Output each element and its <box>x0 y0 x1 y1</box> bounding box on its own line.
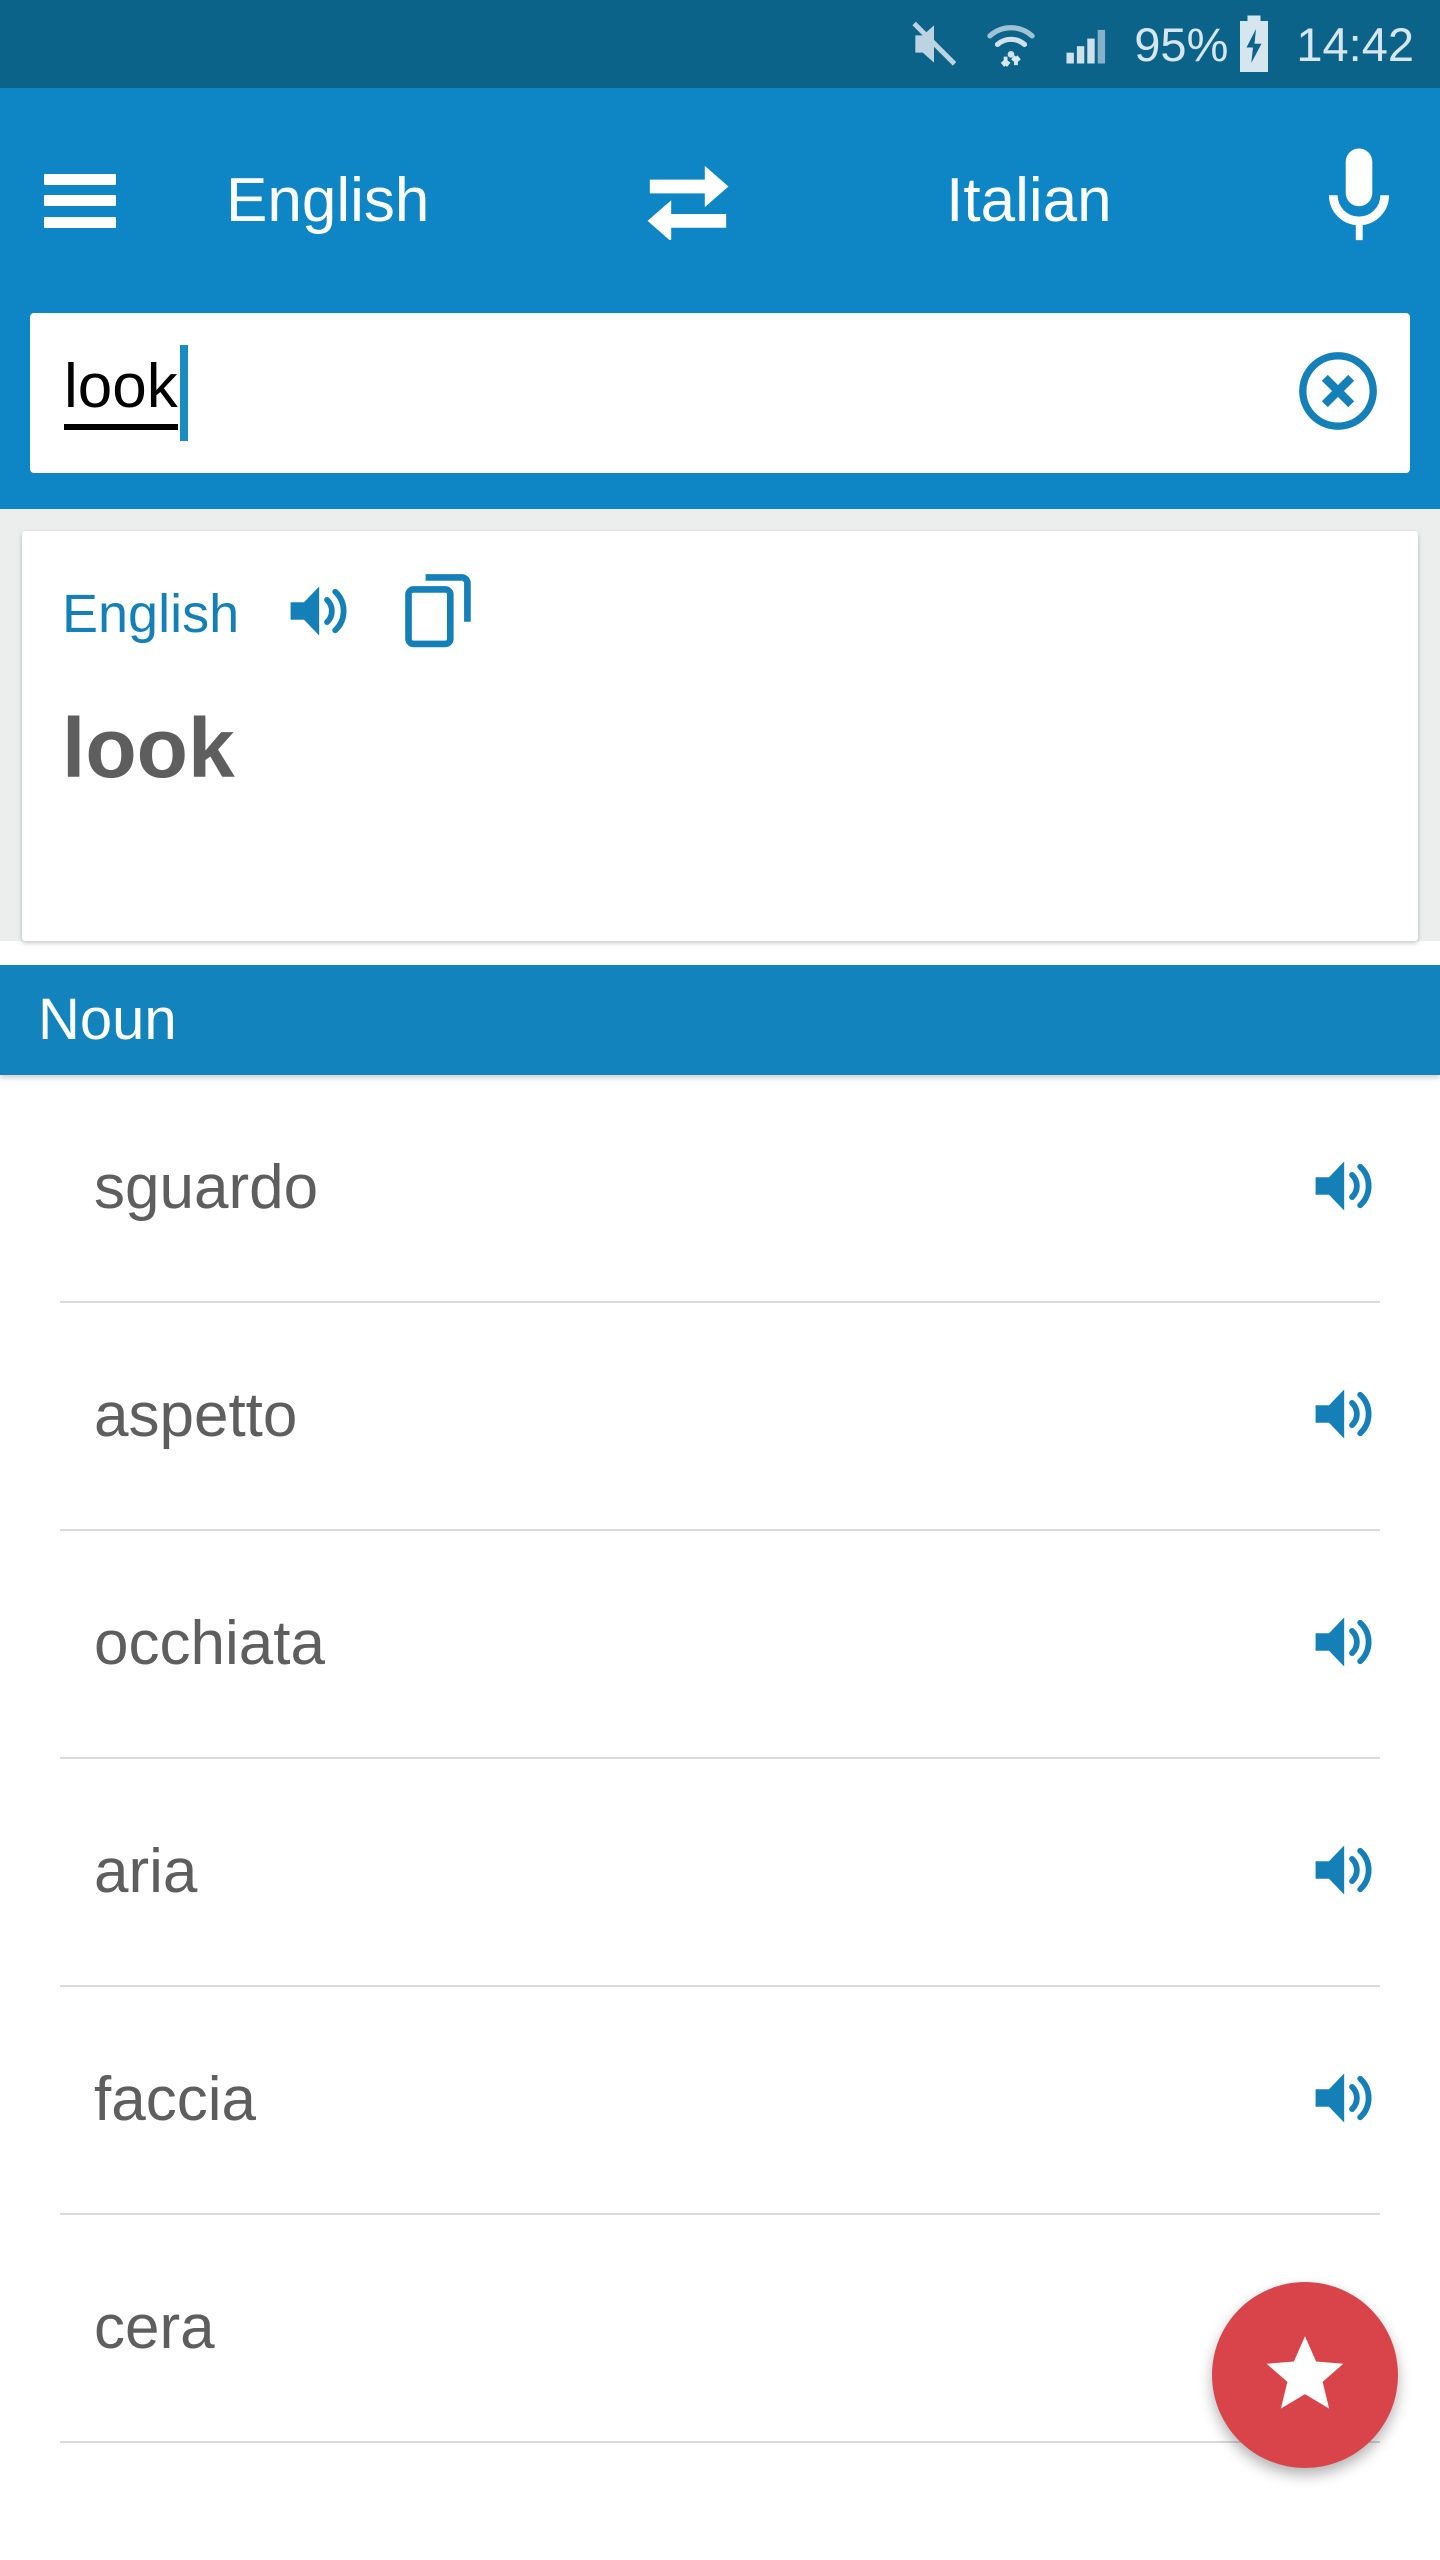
text-cursor <box>179 345 188 441</box>
signal-icon <box>1060 18 1112 70</box>
translation-word: occhiata <box>94 1609 325 1678</box>
favorite-fab-button[interactable] <box>1212 2282 1398 2468</box>
speaker-icon[interactable] <box>283 576 353 651</box>
section-header-noun: Noun <box>0 965 1440 1075</box>
clock-label: 14:42 <box>1296 17 1414 71</box>
speaker-icon[interactable] <box>1308 1835 1378 1910</box>
section-title: Noun <box>38 987 177 1052</box>
translation-word: aspetto <box>94 1381 298 1450</box>
star-icon <box>1259 2327 1351 2424</box>
source-language-button[interactable]: English <box>226 169 429 232</box>
translation-word: aria <box>94 1837 198 1906</box>
list-divider <box>60 2441 1380 2443</box>
word-card: English look <box>22 531 1418 941</box>
search-bar-container: look <box>0 313 1440 509</box>
word-card-header: English <box>62 573 1378 654</box>
search-input[interactable]: look <box>30 313 1410 473</box>
mute-icon <box>906 16 962 72</box>
translation-word: cera <box>94 2293 215 2362</box>
word-card-area: English look <box>0 509 1440 941</box>
battery-charging-icon <box>1234 14 1274 74</box>
app-bar: English Italian <box>0 88 1440 313</box>
speaker-icon[interactable] <box>1308 1379 1378 1454</box>
table-row[interactable]: aspetto <box>0 1303 1440 1529</box>
target-language-button[interactable]: Italian <box>946 169 1111 232</box>
translation-word: faccia <box>94 2065 256 2134</box>
card-word: look <box>62 701 235 795</box>
table-row[interactable]: aria <box>0 1759 1440 1985</box>
card-language-label: English <box>62 583 240 644</box>
battery-percent-label: 95% <box>1134 17 1229 71</box>
speaker-icon[interactable] <box>1308 2063 1378 2138</box>
table-row[interactable]: faccia <box>0 1987 1440 2213</box>
search-input-value: look <box>64 356 178 430</box>
translations-list: sguardo aspetto occhiata aria faccia cer… <box>0 1075 1440 2443</box>
status-bar: 95% 14:42 <box>0 0 1440 88</box>
table-row[interactable]: occhiata <box>0 1531 1440 1757</box>
clear-circle-icon[interactable] <box>1294 347 1382 440</box>
swap-languages-icon[interactable] <box>640 156 736 245</box>
speaker-icon[interactable] <box>1308 1151 1378 1226</box>
wifi-icon <box>984 17 1038 71</box>
speaker-icon[interactable] <box>1308 1607 1378 1682</box>
app-screen: 95% 14:42 English Italian look English l… <box>0 0 1440 2560</box>
table-row[interactable]: sguardo <box>0 1075 1440 1301</box>
translation-word: sguardo <box>94 1153 319 1222</box>
microphone-icon[interactable] <box>1322 143 1396 258</box>
copy-icon[interactable] <box>401 573 473 654</box>
hamburger-menu-icon[interactable] <box>44 173 116 228</box>
